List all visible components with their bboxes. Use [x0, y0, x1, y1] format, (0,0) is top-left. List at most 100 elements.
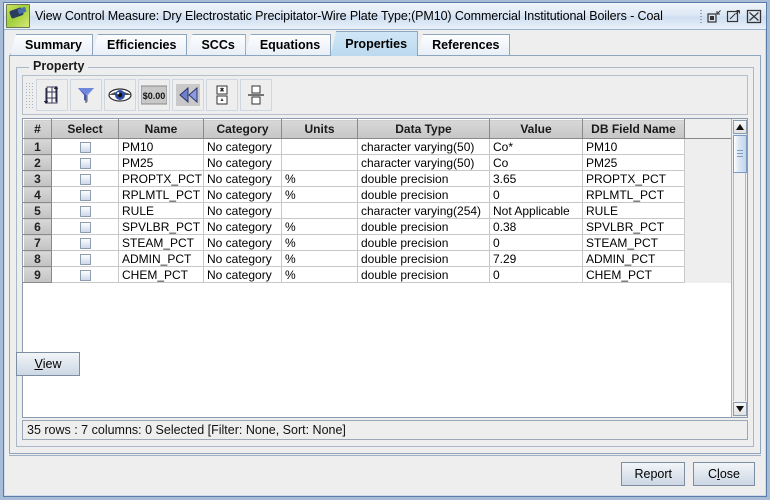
row-number: 7	[23, 234, 52, 251]
view-button[interactable]: View	[16, 352, 80, 376]
row-select-cell[interactable]	[51, 234, 119, 251]
cell-units: %	[281, 186, 358, 203]
cell-category: No category	[203, 138, 282, 155]
row-select-cell[interactable]	[51, 154, 119, 171]
cell-datatype: character varying(254)	[357, 202, 490, 219]
tab-sccs[interactable]: SCCs	[186, 34, 246, 56]
minimize-button[interactable]	[706, 9, 722, 24]
close-dialog-button[interactable]: Cl ose	[693, 461, 755, 486]
cell-units: %	[281, 234, 358, 251]
column-header-category[interactable]: Category	[203, 119, 282, 139]
column-header-name[interactable]: Name	[118, 119, 204, 139]
table-row[interactable]: 8 ADMIN_PCT No category % double precisi…	[23, 250, 731, 267]
svg-text:$0.00: $0.00	[143, 91, 166, 101]
tab-references[interactable]: References	[417, 34, 511, 56]
row-number: 1	[23, 138, 52, 155]
filter-funnel-icon[interactable]	[70, 79, 102, 111]
row-select-cell[interactable]	[51, 202, 119, 219]
table-status-bar: 35 rows : 7 columns: 0 Selected [Filter:…	[22, 420, 748, 440]
rewind-icon[interactable]	[172, 79, 204, 111]
table-row[interactable]: 4 RPLMTL_PCT No category % double precis…	[23, 186, 731, 203]
tab-efficiencies[interactable]: Efficiencies	[91, 34, 188, 56]
column-header-dbfield[interactable]: DB Field Name	[582, 119, 685, 139]
toolbar-drag-handle[interactable]	[25, 82, 33, 108]
currency-format-icon[interactable]: $0.00	[138, 79, 170, 111]
row-select-cell[interactable]	[51, 218, 119, 235]
cell-dbfield: PM25	[582, 154, 685, 171]
cell-dbfield: SPVLBR_PCT	[582, 218, 685, 235]
cell-datatype: character varying(50)	[357, 138, 490, 155]
table-row[interactable]: 9 CHEM_PCT No category % double precisio…	[23, 266, 731, 283]
column-header-datatype[interactable]: Data Type	[357, 119, 490, 139]
column-header-units[interactable]: Units	[281, 119, 358, 139]
cell-value: Not Applicable	[489, 202, 583, 219]
table-row[interactable]: 7 STEAM_PCT No category % double precisi…	[23, 234, 731, 251]
window-title: View Control Measure: Dry Electrostatic …	[35, 9, 663, 23]
scrollbar-thumb[interactable]	[733, 135, 747, 173]
select-checkbox[interactable]	[79, 205, 91, 217]
table-viewport: # Select Name Category Units Data Type V…	[23, 119, 731, 417]
close-button-prefix: C	[708, 466, 718, 481]
table-row[interactable]: 5 RULE No category character varying(254…	[23, 202, 731, 219]
select-checkbox[interactable]	[79, 189, 91, 201]
split-rows-icon[interactable]	[240, 79, 272, 111]
column-header-index[interactable]: #	[23, 119, 52, 139]
row-select-cell[interactable]	[51, 138, 119, 155]
row-select-cell[interactable]	[51, 250, 119, 267]
cell-filler	[684, 250, 731, 267]
table-vertical-scrollbar[interactable]	[731, 119, 747, 417]
cell-datatype: double precision	[357, 186, 490, 203]
tab-equations[interactable]: Equations	[244, 34, 332, 56]
cell-units: %	[281, 218, 358, 235]
table-row[interactable]: 1 PM10 No category character varying(50)…	[23, 138, 731, 155]
cell-filler	[684, 138, 731, 155]
row-select-cell[interactable]	[51, 266, 119, 283]
eye-icon[interactable]	[104, 79, 136, 111]
maximize-button[interactable]	[726, 9, 742, 24]
row-select-cell[interactable]	[51, 186, 119, 203]
cell-category: No category	[203, 170, 282, 187]
column-header-value[interactable]: Value	[489, 119, 583, 139]
select-checkbox[interactable]	[79, 221, 91, 233]
collapse-rows-icon[interactable]	[206, 79, 238, 111]
cell-datatype: double precision	[357, 170, 490, 187]
column-header-filler	[684, 119, 731, 139]
cell-dbfield: RULE	[582, 202, 685, 219]
table-row[interactable]: 6 SPVLBR_PCT No category % double precis…	[23, 218, 731, 235]
tab-properties[interactable]: Properties	[330, 31, 419, 56]
cell-units	[281, 154, 358, 171]
cell-value: 0	[489, 186, 583, 203]
column-header-select[interactable]: Select	[51, 119, 119, 139]
row-select-cell[interactable]	[51, 170, 119, 187]
cell-value: Co*	[489, 138, 583, 155]
table-row[interactable]: 3 PROPTX_PCT No category % double precis…	[23, 170, 731, 187]
cell-filler	[684, 218, 731, 235]
select-checkbox[interactable]	[79, 253, 91, 265]
select-checkbox[interactable]	[79, 173, 91, 185]
cell-datatype: double precision	[357, 250, 490, 267]
scroll-up-arrow-icon[interactable]	[733, 120, 747, 134]
row-number: 4	[23, 186, 52, 203]
row-number: 2	[23, 154, 52, 171]
resize-columns-icon[interactable]	[36, 79, 68, 111]
cell-filler	[684, 154, 731, 171]
scrollbar-track[interactable]	[733, 135, 746, 401]
table-row[interactable]: 2 PM25 No category character varying(50)…	[23, 154, 731, 171]
cell-name: SPVLBR_PCT	[118, 218, 204, 235]
select-checkbox[interactable]	[79, 269, 91, 281]
cell-value: 7.29	[489, 250, 583, 267]
table-header-row: # Select Name Category Units Data Type V…	[23, 119, 731, 139]
cell-category: No category	[203, 266, 282, 283]
property-table: # Select Name Category Units Data Type V…	[22, 118, 748, 418]
cell-category: No category	[203, 186, 282, 203]
report-button[interactable]: Report	[621, 461, 685, 486]
select-checkbox[interactable]	[79, 237, 91, 249]
select-checkbox[interactable]	[79, 157, 91, 169]
close-button[interactable]	[746, 9, 762, 24]
scroll-down-arrow-icon[interactable]	[733, 402, 747, 416]
cell-datatype: double precision	[357, 234, 490, 251]
cell-category: No category	[203, 202, 282, 219]
select-checkbox[interactable]	[79, 141, 91, 153]
tab-summary[interactable]: Summary	[10, 34, 93, 56]
cell-dbfield: CHEM_PCT	[582, 266, 685, 283]
